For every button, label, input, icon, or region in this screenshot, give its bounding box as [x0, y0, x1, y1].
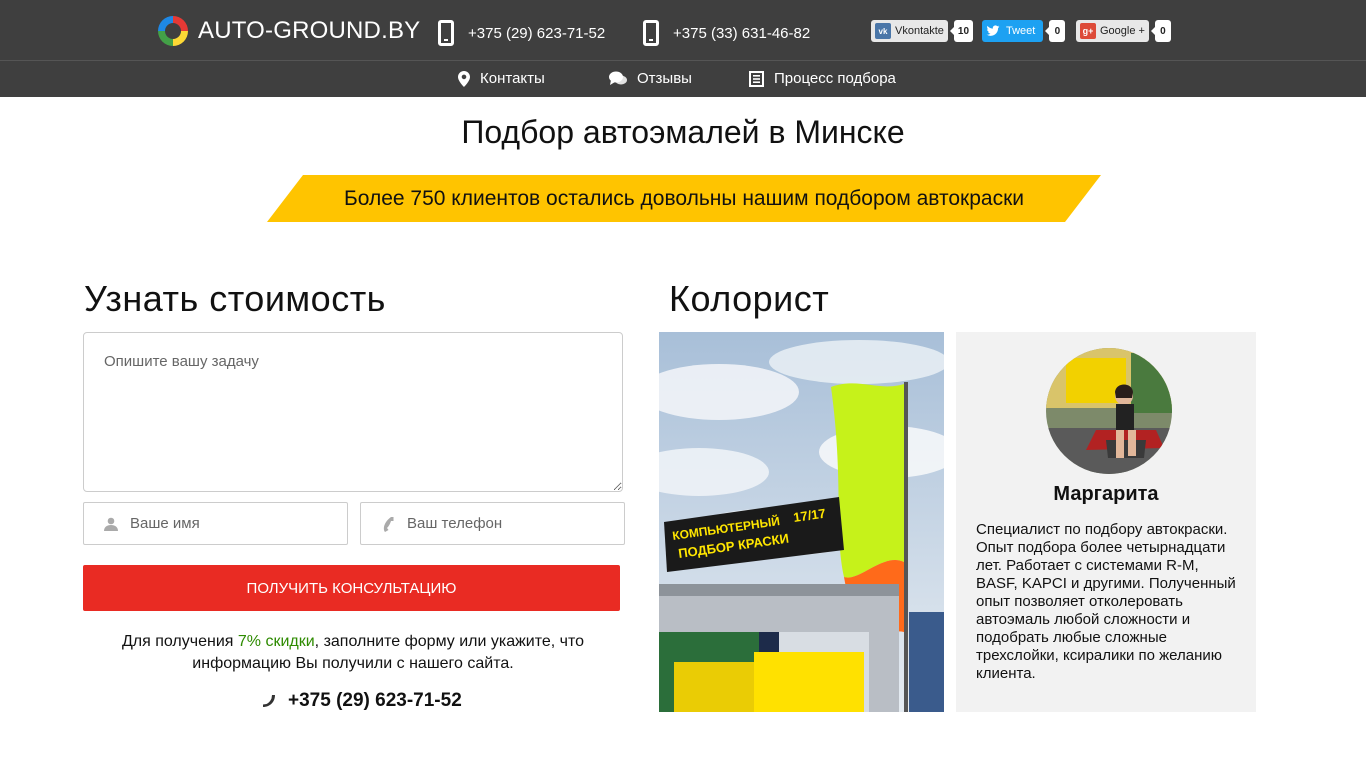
share-vk-label: Vkontakte [895, 25, 944, 37]
share-twitter-label: Tweet [1006, 25, 1036, 37]
form-title: Узнать стоимость [84, 278, 386, 319]
mobile-phone-icon [438, 20, 454, 46]
contact-phone[interactable]: +375 (29) 623-71-52 [262, 690, 462, 712]
promo-banner: Более 750 клиентов остались довольны наш… [267, 175, 1101, 222]
share-twitter-button[interactable]: Tweet [982, 20, 1044, 42]
shop-photo: КОМПЬЮТЕРНЫЙ ПОДБОР КРАСКИ 17/17 [659, 332, 944, 712]
discount-note-before: Для получения [121, 633, 238, 650]
share-vk-button[interactable]: vk Vkontakte [871, 20, 948, 42]
share-vk[interactable]: vk Vkontakte 10 [871, 20, 974, 42]
colorist-name: Маргарита [1053, 483, 1159, 505]
share-vk-count: 10 [949, 20, 974, 42]
document-icon [749, 70, 764, 87]
nav-item-reviews-label: Отзывы [637, 70, 692, 87]
site-logo[interactable]: AUTO-GROUND.BY [158, 16, 420, 46]
user-icon [104, 517, 118, 531]
google-plus-icon: g+ [1080, 23, 1096, 39]
promo-banner-text: Более 750 клиентов остались довольны наш… [343, 186, 1025, 210]
mobile-phone-icon [643, 20, 659, 46]
map-pin-icon [458, 70, 470, 87]
twitter-bird-icon [986, 25, 1000, 36]
header-phone-1[interactable]: +375 (29) 623-71-52 [438, 20, 605, 46]
contact-phone-number: +375 (29) 623-71-52 [288, 690, 462, 711]
share-twitter-count: 0 [1045, 20, 1066, 42]
handset-icon [383, 516, 394, 532]
colorist-avatar [1046, 348, 1172, 474]
top-header: AUTO-GROUND.BY +375 (29) 623-71-52 +375 … [0, 0, 1366, 60]
nav-item-process[interactable]: Процесс подбора [749, 70, 896, 87]
main-nav: Контакты Отзывы Процесс подбора [0, 60, 1366, 97]
logo-text: AUTO-GROUND.BY [198, 17, 421, 44]
colorist-avatar-photo [1046, 348, 1172, 474]
share-google-plus[interactable]: g+ Google + 0 [1076, 20, 1171, 42]
colorist-description: Специалист по подбору автокраски. Опыт п… [976, 521, 1236, 682]
header-phone-1-number: +375 (29) 623-71-52 [468, 24, 606, 42]
share-google-plus-button[interactable]: g+ Google + [1076, 20, 1149, 42]
header-phone-2-number: +375 (33) 631-46-82 [673, 24, 811, 42]
submit-consultation-button[interactable]: Получить консультацию [83, 565, 620, 611]
nav-item-contacts-label: Контакты [480, 70, 545, 87]
share-google-plus-label: Google + [1100, 25, 1145, 37]
page-title: Подбор автоэмалей в Минске [461, 114, 905, 150]
task-textarea[interactable] [83, 332, 623, 492]
name-field[interactable] [83, 502, 348, 545]
name-input[interactable] [130, 515, 320, 532]
logo-ring-icon [158, 16, 188, 46]
discount-note: Для получения 7% скидки, заполните форму… [83, 631, 623, 675]
share-google-plus-count: 0 [1150, 20, 1171, 42]
colorist-title: Колорист [669, 278, 830, 319]
shop-photo-illustration: КОМПЬЮТЕРНЫЙ ПОДБОР КРАСКИ 17/17 [659, 332, 944, 712]
handset-icon [263, 695, 275, 707]
nav-item-process-label: Процесс подбора [774, 70, 896, 87]
phone-input[interactable] [407, 515, 597, 532]
share-twitter[interactable]: Tweet 0 [982, 20, 1066, 42]
header-phone-2[interactable]: +375 (33) 631-46-82 [643, 20, 810, 46]
nav-item-reviews[interactable]: Отзывы [609, 70, 692, 87]
nav-item-contacts[interactable]: Контакты [458, 70, 545, 87]
vk-icon: vk [875, 23, 891, 39]
chat-bubbles-icon [609, 71, 627, 85]
colorist-card: Маргарита Специалист по подбору автокрас… [956, 332, 1256, 712]
phone-field[interactable] [360, 502, 625, 545]
discount-highlight: 7% скидки [237, 633, 315, 650]
